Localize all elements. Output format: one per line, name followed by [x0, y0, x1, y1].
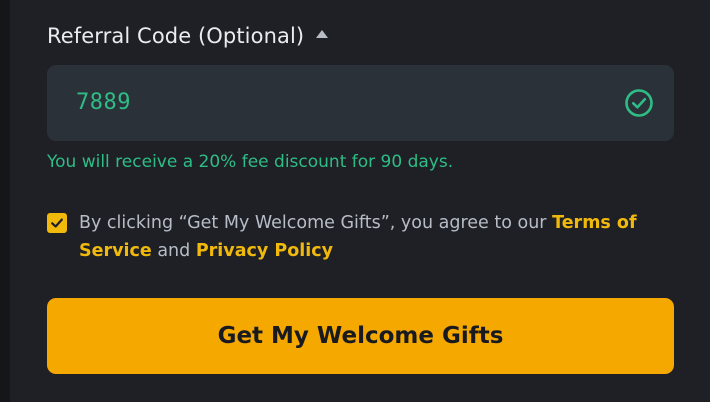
- referral-code-toggle[interactable]: Referral Code (Optional): [47, 22, 329, 50]
- agreement-text-before: By clicking “Get My Welcome Gifts”, you …: [79, 213, 553, 233]
- referral-code-field[interactable]: [47, 65, 674, 141]
- referral-discount-hint: You will receive a 20% fee discount for …: [47, 152, 454, 172]
- caret-up-icon: [316, 30, 329, 38]
- checkmark-icon: [51, 218, 63, 228]
- agreement-text-middle: and: [151, 241, 196, 261]
- referral-code-input[interactable]: [76, 65, 576, 141]
- referral-code-label: Referral Code (Optional): [47, 24, 305, 48]
- terms-checkbox[interactable]: [47, 213, 67, 233]
- terms-agreement-text: By clicking “Get My Welcome Gifts”, you …: [79, 209, 659, 265]
- check-circle-icon: [625, 89, 653, 117]
- privacy-policy-link[interactable]: Privacy Policy: [196, 241, 333, 261]
- get-welcome-gifts-button[interactable]: Get My Welcome Gifts: [47, 298, 674, 374]
